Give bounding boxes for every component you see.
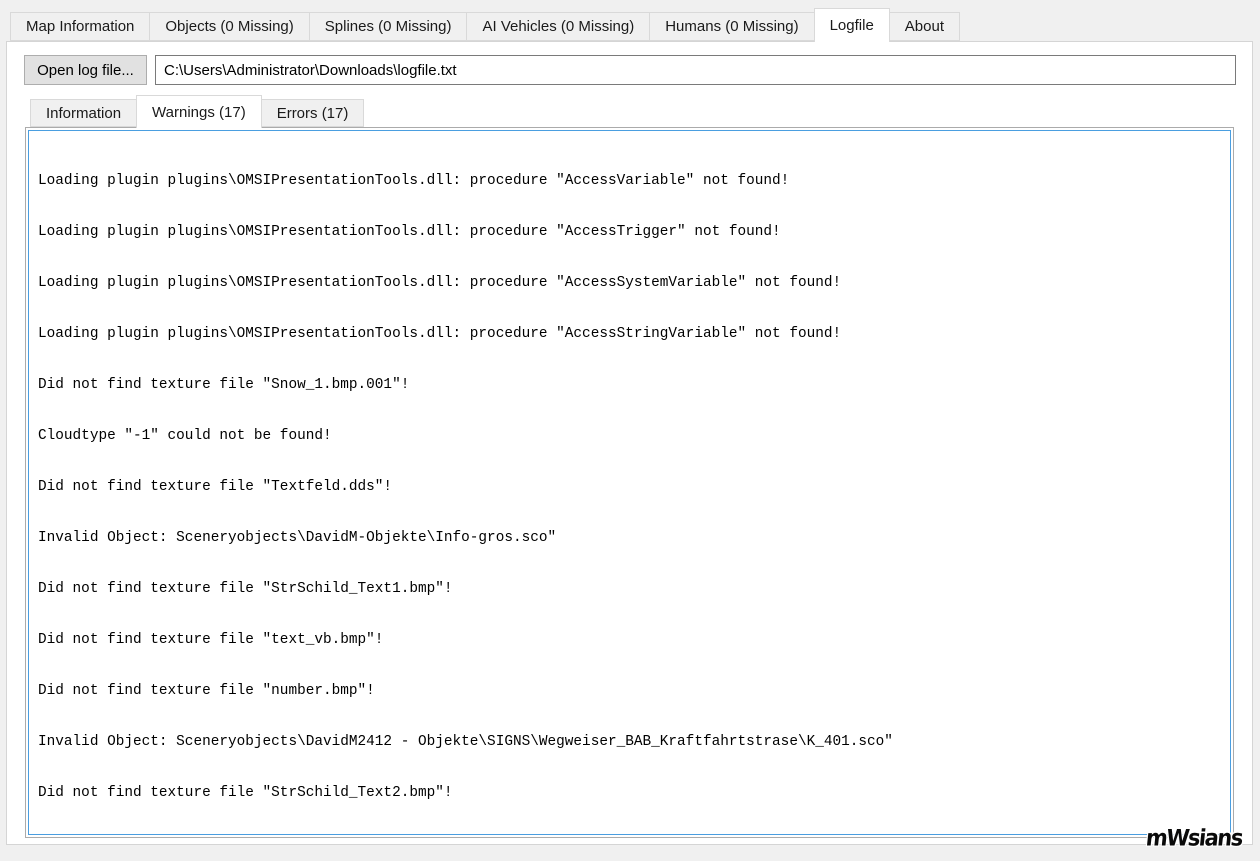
tab-map-information[interactable]: Map Information: [10, 12, 151, 41]
tab-humans[interactable]: Humans (0 Missing): [649, 12, 815, 41]
tab-about[interactable]: About: [888, 12, 960, 41]
log-path-input[interactable]: [155, 55, 1236, 85]
tab-splines[interactable]: Splines (0 Missing): [308, 12, 468, 41]
log-line: Did not find texture file "StrSchild_Tex…: [38, 581, 453, 597]
main-tab-bar: Map Information Objects (0 Missing) Spli…: [10, 8, 960, 42]
warnings-tab-page: Loading plugin plugins\OMSIPresentationT…: [25, 127, 1234, 838]
open-log-file-button[interactable]: Open log file...: [24, 55, 147, 85]
log-line: Loading plugin plugins\OMSIPresentationT…: [38, 224, 781, 240]
log-line: Invalid Object: Sceneryobjects\DavidM-Ob…: [38, 530, 557, 546]
tab-errors[interactable]: Errors (17): [260, 99, 365, 127]
log-line: Did not find texture file "Textfeld.dds"…: [38, 479, 393, 495]
tab-logfile[interactable]: Logfile: [813, 8, 890, 42]
tab-objects[interactable]: Objects (0 Missing): [149, 12, 310, 41]
log-line: Did not find texture file "number.bmp"!: [38, 683, 375, 699]
log-tab-bar: Information Warnings (17) Errors (17): [30, 95, 365, 128]
log-line: Did not find texture file "StrSchild_Tex…: [38, 785, 453, 801]
log-text: Loading plugin plugins\OMSIPresentationT…: [29, 131, 1230, 834]
log-line: Loading plugin plugins\OMSIPresentationT…: [38, 173, 790, 189]
watermark: mWsians: [1144, 825, 1244, 851]
tab-information[interactable]: Information: [30, 99, 138, 127]
log-line: Loading plugin plugins\OMSIPresentationT…: [38, 326, 842, 342]
log-line: Did not find texture file "Snow_1.bmp.00…: [38, 377, 410, 393]
log-line: Invalid Object: Sceneryobjects\DavidM241…: [38, 734, 893, 750]
log-line: Cloudtype "-1" could not be found!: [38, 428, 332, 444]
log-line: Did not find texture file "text_vb.bmp"!: [38, 632, 384, 648]
log-output[interactable]: Loading plugin plugins\OMSIPresentationT…: [28, 130, 1231, 835]
log-line: Loading plugin plugins\OMSIPresentationT…: [38, 275, 842, 291]
tab-ai-vehicles[interactable]: AI Vehicles (0 Missing): [466, 12, 651, 41]
tab-warnings[interactable]: Warnings (17): [136, 95, 262, 128]
